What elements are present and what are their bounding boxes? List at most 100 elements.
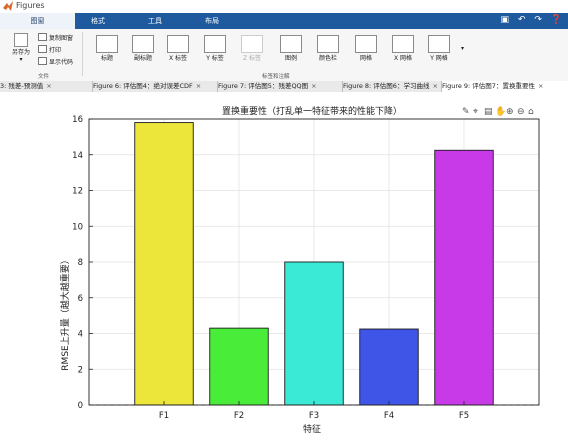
save-as-icon: [14, 33, 28, 47]
x-tick-label: F3: [309, 411, 319, 421]
ygrid-button[interactable]: Y 网格: [427, 35, 451, 62]
xgrid-icon: [392, 35, 414, 53]
colorbar-icon: [317, 35, 339, 53]
pan-icon[interactable]: ✋: [495, 105, 506, 117]
xlabel-icon: [167, 35, 189, 53]
grid-button-label: 网格: [359, 55, 372, 62]
window-titlebar: Figures: [0, 0, 568, 13]
figure-tab-label: Figure 6: 评估图4：绝对误差CDF: [93, 82, 193, 90]
show-code-button[interactable]: 显示代码: [38, 57, 73, 66]
zoom-in-icon[interactable]: ⊕: [506, 107, 514, 117]
home-icon[interactable]: ⌂: [528, 107, 534, 117]
chart-title: 置换重要性（打乱单一特征带来的性能下降）: [222, 105, 402, 117]
x-axis-label: 特征: [303, 423, 321, 435]
title-button[interactable]: 标题: [95, 35, 119, 62]
redo-icon[interactable]: ↷: [534, 15, 542, 25]
close-icon[interactable]: ×: [311, 82, 316, 90]
figure-tab-label: 3: 残差-预测值: [0, 82, 44, 90]
ylabel-button-label: Y 标签: [206, 55, 224, 62]
x-tick-label: F5: [459, 411, 469, 421]
colorbar-button-label: 颜色栏: [318, 55, 337, 62]
close-icon[interactable]: ×: [196, 82, 201, 90]
toolstrip-tabs: 图窗 格式 工具 布局 ▣ ↶ ↷ ❓: [0, 13, 568, 29]
legend-button[interactable]: 图例: [279, 35, 303, 62]
tab-format[interactable]: 格式: [78, 13, 118, 29]
print-icon: [38, 45, 47, 53]
legend-button-label: 图例: [284, 55, 297, 62]
copy-figure-label: 复制图窗: [49, 35, 74, 42]
xlabel-button-label: X 标签: [168, 55, 188, 62]
figure-tab-label: Figure 9: 评估图7：置换重要性: [442, 82, 535, 90]
copy-figure-button[interactable]: 复制图窗: [38, 33, 73, 42]
figure-canvas: 0 2 4 6 8 10 12 14 16 F1 F2 F3 F4 F5 置换重要性（打乱单一特征带来的性…: [0, 92, 568, 439]
figure-tab-label: Figure 8: 评估图6：学习曲线: [343, 82, 430, 90]
grid-button[interactable]: 网格: [354, 35, 378, 62]
bar-f2[interactable]: [209, 327, 269, 406]
quick-access-toolbar: ▣ ↶ ↷ ❓: [495, 15, 562, 27]
save-as-label: 另存为: [11, 49, 30, 56]
help-icon[interactable]: ❓: [551, 15, 562, 25]
figure-tab-3[interactable]: 3: 残差-预测值 ×: [0, 81, 93, 92]
y-tick-label: 10: [72, 222, 83, 232]
figure-tab-9[interactable]: Figure 9: 评估图7：置换重要性 ×: [442, 81, 568, 92]
subtitle-button[interactable]: 副标题: [131, 35, 155, 62]
save-icon[interactable]: ▤: [484, 107, 493, 117]
datatip-icon[interactable]: ⌖: [473, 107, 478, 117]
save-as-button[interactable]: 另存为 ▾: [10, 33, 32, 63]
figure-tab-6[interactable]: Figure 6: 评估图4：绝对误差CDF ×: [93, 81, 218, 92]
zlabel-button-label: Z 标签: [242, 55, 262, 62]
print-button[interactable]: 打印: [38, 45, 61, 54]
copy-icon: [38, 33, 47, 41]
subtitle-button-label: 副标题: [133, 55, 152, 62]
legend-icon: [280, 35, 302, 53]
y-tick-label: 4: [78, 330, 83, 340]
y-tick-label: 6: [78, 294, 83, 304]
tab-tools[interactable]: 工具: [135, 13, 175, 29]
chevron-down-icon: ▾: [461, 45, 465, 52]
undo-icon[interactable]: ↶: [518, 15, 526, 25]
ylabel-icon: [204, 35, 226, 53]
print-label: 打印: [49, 47, 62, 54]
ribbon-separator: [82, 32, 83, 76]
zoom-out-icon[interactable]: ⊖: [517, 107, 525, 117]
save-icon[interactable]: ▣: [501, 15, 510, 25]
labels-group-label: 标签和注解: [262, 74, 290, 80]
bar-f4[interactable]: [359, 328, 419, 406]
colorbar-button[interactable]: 颜色栏: [316, 35, 340, 62]
figure-tab-8[interactable]: Figure 8: 评估图6：学习曲线 ×: [343, 81, 442, 92]
y-tick-label: 0: [78, 401, 83, 411]
ygrid-icon: [428, 35, 450, 53]
brush-icon[interactable]: ✎: [462, 107, 470, 117]
subtitle-icon: [132, 35, 154, 53]
ylabel-button[interactable]: Y 标签: [203, 35, 227, 62]
show-code-label: 显示代码: [49, 59, 74, 66]
ribbon-expand-button[interactable]: ▾: [461, 45, 464, 52]
tab-figure[interactable]: 图窗: [0, 13, 75, 29]
y-tick-label: 14: [72, 151, 83, 161]
ribbon: 另存为 ▾ 复制图窗 打印 显示代码 文件 标题 副标题 X 标签 Y 标签 Z…: [0, 29, 568, 82]
zlabel-button[interactable]: Z 标签: [240, 35, 264, 62]
ygrid-button-label: Y 网格: [430, 55, 448, 62]
x-tick-label: F4: [384, 411, 394, 421]
y-axis-label: RMSE上升量（越大越重要）: [59, 255, 71, 370]
tab-layout[interactable]: 布局: [192, 13, 232, 29]
bar-f5[interactable]: [434, 149, 494, 406]
xlabel-button[interactable]: X 标签: [166, 35, 190, 62]
x-tick-label: F1: [159, 411, 169, 421]
x-tick-label: F2: [234, 411, 244, 421]
close-icon[interactable]: ×: [432, 82, 437, 90]
y-tick-label: 12: [72, 187, 83, 197]
y-tick-label: 8: [78, 258, 83, 268]
close-icon[interactable]: ×: [538, 82, 543, 90]
window-title: Figures: [16, 1, 45, 10]
figure-tab-label: Figure 7: 评估图5：残差QQ图: [218, 82, 309, 90]
bar-f3[interactable]: [284, 261, 344, 406]
checkbox-icon: [38, 57, 47, 65]
y-tick-label: 2: [78, 365, 83, 375]
zlabel-icon: [241, 35, 263, 53]
figure-tab-7[interactable]: Figure 7: 评估图5：残差QQ图 ×: [218, 81, 343, 92]
bar-f1[interactable]: [134, 122, 194, 406]
xgrid-button[interactable]: X 网格: [391, 35, 415, 62]
chevron-down-icon: ▾: [19, 56, 23, 63]
close-icon[interactable]: ×: [46, 82, 51, 90]
